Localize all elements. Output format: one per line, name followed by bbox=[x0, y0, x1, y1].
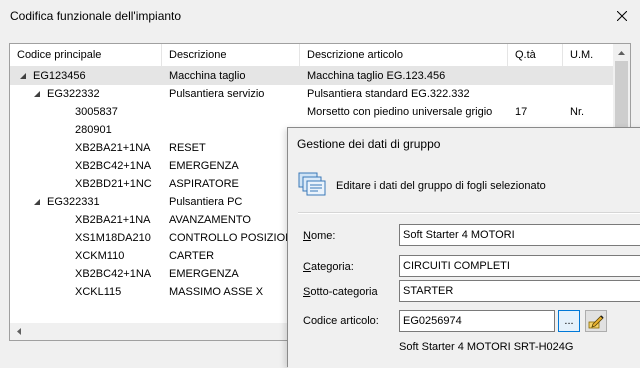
column-header-label: Codice principale bbox=[17, 49, 102, 61]
cell-desc: ASPIRATORE bbox=[169, 178, 239, 190]
tree-row[interactable]: EG123456 Macchina taglio Macchina taglio E… bbox=[10, 67, 614, 85]
sottocategoria-label: Sotto-categoria bbox=[303, 286, 378, 298]
cell-code: XB2BA21+1NA bbox=[75, 142, 151, 154]
column-header-label: Q.tà bbox=[515, 49, 536, 61]
dialog-divider bbox=[298, 212, 640, 214]
cell-code: EG123456 bbox=[33, 70, 86, 82]
cell-code: XCKM110 bbox=[75, 250, 125, 262]
label-text: ome: bbox=[310, 230, 336, 242]
cell-desc: Pulsantiera servizio bbox=[169, 88, 265, 100]
cell-article: Macchina taglio EG.123.456 bbox=[307, 70, 446, 82]
title-bar: Codifica funzionale dell'impianto bbox=[0, 0, 640, 32]
label-accelerator: C bbox=[303, 261, 311, 273]
cell-qty: 17 bbox=[515, 106, 528, 118]
dialog-body: Editare i dati del gruppo di fogli selez… bbox=[288, 161, 640, 368]
window-title: Codifica funzionale dell'impianto bbox=[10, 9, 182, 23]
cell-code: XB2BA21+1NA bbox=[75, 214, 151, 226]
cell-desc: MASSIMO ASSE X bbox=[169, 286, 264, 298]
cell-desc: EMERGENZA bbox=[169, 268, 239, 280]
cell-desc: CONTROLLO POSIZIONE bbox=[169, 232, 301, 244]
cell-desc bbox=[169, 121, 303, 139]
label-accelerator: N bbox=[303, 230, 311, 242]
nome-label: Nome: bbox=[303, 230, 335, 242]
column-header-description[interactable]: Descrizione bbox=[162, 44, 300, 66]
column-header-code[interactable]: Codice principale bbox=[10, 44, 162, 66]
cell-qty bbox=[515, 85, 565, 103]
tree-expander-icon[interactable] bbox=[33, 198, 41, 206]
scroll-left-button[interactable] bbox=[10, 323, 27, 340]
tree-row[interactable]: 3005837 Morsetto con piedino universale g… bbox=[10, 103, 614, 121]
article-description-text: Soft Starter 4 MOTORI SRT-H024G bbox=[399, 341, 574, 353]
column-header-label: U.M. bbox=[570, 49, 594, 61]
nome-input[interactable]: Soft Starter 4 MOTORI bbox=[399, 224, 640, 246]
cell-desc: AVANZAMENTO bbox=[169, 214, 251, 226]
column-header-article[interactable]: Descrizione articolo bbox=[300, 44, 508, 66]
cell-article: Pulsantiera standard EG.322.332 bbox=[307, 88, 470, 100]
categoria-label: Categoria: bbox=[303, 261, 354, 273]
cell-desc: EMERGENZA bbox=[169, 160, 239, 172]
dialog-description: Editare i dati del gruppo di fogli selez… bbox=[336, 180, 546, 192]
column-header-label: Descrizione articolo bbox=[307, 49, 403, 61]
tree-expander-icon[interactable] bbox=[33, 90, 41, 98]
cell-code: XS1M18DA210 bbox=[75, 232, 151, 244]
sheet-group-icon bbox=[298, 172, 326, 196]
cell-code: XB2BD21+1NC bbox=[75, 178, 152, 190]
browse-article-button[interactable]: ... bbox=[558, 310, 580, 332]
tree-row[interactable]: EG322332 Pulsantiera servizio Pulsantiera … bbox=[10, 85, 614, 103]
cell-um: Nr. bbox=[570, 106, 585, 118]
cell-qty bbox=[515, 67, 565, 85]
tree-expander-icon[interactable] bbox=[19, 72, 27, 80]
close-button[interactable] bbox=[612, 6, 632, 26]
codice-articolo-label: Codice articolo: bbox=[303, 315, 379, 327]
cell-code: XCKL115 bbox=[75, 286, 122, 298]
column-header-label: Descrizione bbox=[169, 49, 227, 61]
cell-desc: CARTER bbox=[169, 250, 215, 262]
cell-code: EG322331 bbox=[47, 196, 100, 208]
cell-desc: RESET bbox=[169, 142, 206, 154]
cell-desc: Pulsantiera PC bbox=[169, 196, 243, 208]
arrow-up-icon bbox=[618, 50, 625, 55]
edit-article-button[interactable] bbox=[585, 310, 607, 332]
label-text: ategoria: bbox=[310, 261, 354, 273]
arrow-left-icon bbox=[16, 328, 21, 335]
cell-um bbox=[570, 85, 614, 103]
categoria-input[interactable]: CIRCUITI COMPLETI bbox=[399, 255, 640, 277]
group-data-dialog: Gestione dei dati di gruppo Editare i da… bbox=[287, 127, 640, 368]
tree-header: Codice principale Descrizione Descrizion… bbox=[10, 44, 614, 67]
cell-article: Morsetto con piedino universale grigio bbox=[307, 106, 493, 118]
cell-code: XB2BC42+1NA bbox=[75, 268, 152, 280]
label-text: otto-categoria bbox=[310, 286, 378, 298]
cell-um bbox=[570, 67, 614, 85]
cell-code: EG322332 bbox=[47, 88, 100, 100]
scroll-thumb[interactable] bbox=[615, 61, 628, 135]
sottocategoria-input[interactable]: STARTER bbox=[399, 280, 640, 302]
dialog-title: Gestione dei dati di gruppo bbox=[297, 137, 441, 151]
browse-button-label: ... bbox=[564, 315, 574, 327]
close-icon bbox=[617, 11, 627, 21]
codice-articolo-input[interactable]: EG0256974 bbox=[399, 310, 555, 332]
cell-code: 280901 bbox=[75, 124, 112, 136]
cell-desc bbox=[169, 103, 303, 121]
cell-code: XB2BC42+1NA bbox=[75, 160, 152, 172]
column-header-um[interactable]: U.M. bbox=[563, 44, 614, 66]
edit-pencil-icon bbox=[588, 315, 604, 329]
column-header-qty[interactable]: Q.tà bbox=[508, 44, 563, 66]
cell-code: 3005837 bbox=[75, 106, 118, 118]
cell-desc: Macchina taglio bbox=[169, 70, 246, 82]
scroll-up-button[interactable] bbox=[613, 44, 630, 61]
